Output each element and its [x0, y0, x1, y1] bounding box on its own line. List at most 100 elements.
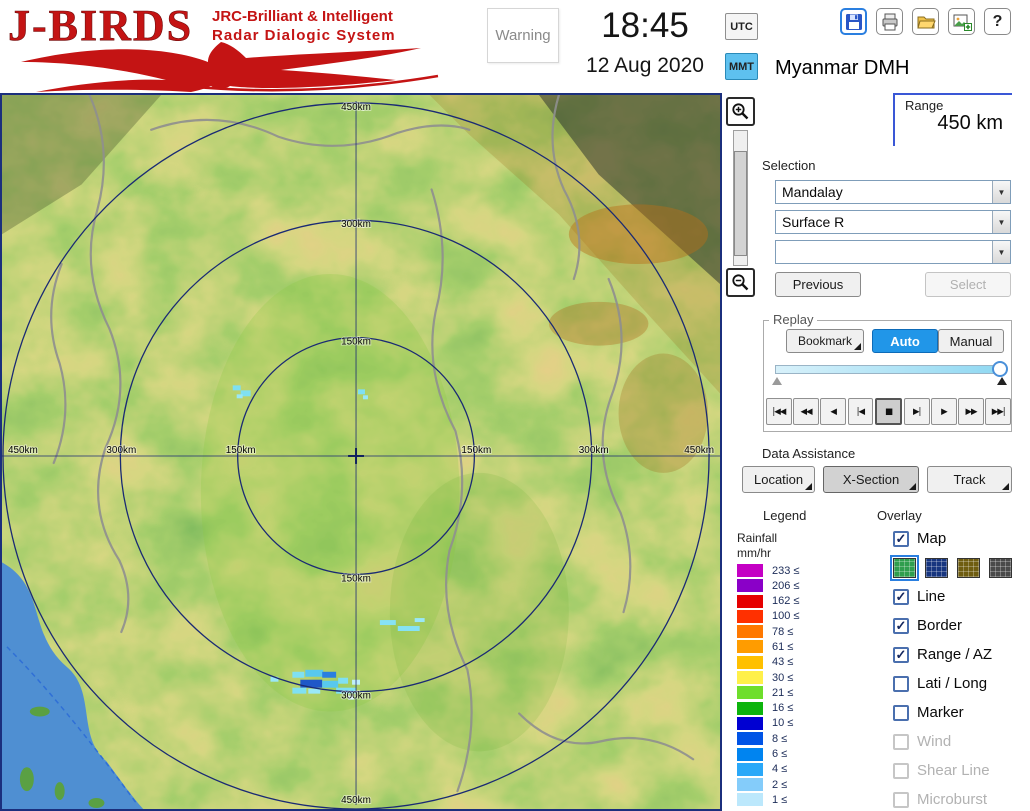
checkbox-marker[interactable] — [893, 705, 909, 721]
site-dropdown[interactable]: Mandalay ▼ — [775, 180, 1011, 204]
legend-value-label: 233 ≤ — [772, 565, 799, 577]
overlay-item-lati-long[interactable]: Lati / Long — [893, 669, 1028, 698]
range-value: 450 km — [893, 112, 1003, 135]
radar-map[interactable]: 450km 300km 150km 150km 300km 450km 450k… — [0, 93, 722, 811]
export-image-icon — [952, 12, 972, 32]
legend-color-swatch — [737, 564, 763, 577]
replay-timeline-thumb[interactable] — [992, 361, 1008, 377]
timezone-mmt-button[interactable]: MMT — [725, 53, 758, 80]
clock-time: 18:45 — [565, 6, 725, 46]
bookmark-button[interactable]: Bookmark — [786, 329, 864, 353]
legend-entry: 100 ≤ — [737, 610, 799, 623]
map-color-swatch-0[interactable] — [893, 558, 916, 578]
range-label-150-bottom: 150km — [341, 573, 371, 584]
overlay-label-microburst: Microburst — [917, 791, 987, 808]
playback-skip-to-end-button[interactable]: ▶▶| — [985, 398, 1011, 425]
legend-value-label: 10 ≤ — [772, 717, 793, 729]
range-label-450-left: 450km — [8, 445, 38, 456]
chevron-down-icon[interactable]: ▼ — [992, 181, 1010, 203]
chevron-down-icon[interactable]: ▼ — [992, 241, 1010, 263]
zoom-slider-thumb[interactable] — [734, 151, 747, 256]
map-color-swatch-3[interactable] — [989, 558, 1012, 578]
legend-value-label: 78 ≤ — [772, 626, 793, 638]
legend-entry: 2 ≤ — [737, 778, 799, 791]
legend-value-label: 6 ≤ — [772, 748, 787, 760]
chevron-down-icon[interactable]: ▼ — [992, 211, 1010, 233]
legend-value-label: 4 ≤ — [772, 763, 787, 775]
legend-entry: 30 ≤ — [737, 671, 799, 684]
legend-color-swatch — [737, 640, 763, 653]
checkbox-range-az[interactable]: ✓ — [893, 647, 909, 663]
map-color-swatch-1[interactable] — [925, 558, 948, 578]
legend-entry: 43 ≤ — [737, 656, 799, 669]
data-assistance-label: Data Assistance — [762, 446, 855, 461]
checkbox-lati-long[interactable] — [893, 676, 909, 692]
zoom-slider-track[interactable] — [733, 130, 748, 266]
overlay-label-wind: Wind — [917, 733, 951, 750]
zoom-out-icon — [731, 273, 750, 292]
overlay-item-map[interactable]: ✓Map — [893, 524, 1028, 553]
checkbox-map[interactable]: ✓ — [893, 531, 909, 547]
replay-groupbox: Replay Bookmark Auto Manual |◀◀◀◀◀|◀■▶|▶… — [763, 320, 1012, 432]
legend-color-swatch — [737, 717, 763, 730]
playback-fast-forward-button[interactable]: ▶▶ — [958, 398, 984, 425]
location-button[interactable]: Location — [742, 466, 815, 493]
extra-dropdown-value — [776, 241, 992, 263]
range-label-300-right: 300km — [579, 445, 609, 456]
open-folder-button[interactable] — [912, 8, 939, 35]
playback-step-back-button[interactable]: |◀ — [848, 398, 874, 425]
overlay-item-border[interactable]: ✓Border — [893, 611, 1028, 640]
range-label-450-right: 450km — [684, 445, 714, 456]
overlay-item-range-az[interactable]: ✓ Range / AZ — [893, 640, 1028, 669]
product-dropdown[interactable]: Surface R ▼ — [775, 210, 1011, 234]
legend-color-swatch — [737, 732, 763, 745]
manual-mode-button[interactable]: Manual — [938, 329, 1004, 353]
checkbox-border[interactable]: ✓ — [893, 618, 909, 634]
extra-dropdown[interactable]: ▼ — [775, 240, 1011, 264]
legend-entry: 78 ≤ — [737, 625, 799, 638]
range-label-450-bottom: 450km — [341, 795, 371, 806]
map-color-swatch-2[interactable] — [957, 558, 980, 578]
eagle-logo-icon — [6, 40, 446, 92]
playback-stop-button[interactable]: ■ — [875, 398, 903, 425]
replay-timeline-track[interactable] — [775, 365, 1003, 374]
export-image-button[interactable] — [948, 8, 975, 35]
legend-entry: 16 ≤ — [737, 702, 799, 715]
save-button[interactable] — [840, 8, 867, 35]
warning-button[interactable]: Warning — [487, 8, 559, 63]
radar-map-canvas: 450km 300km 150km 150km 300km 450km 450k… — [2, 95, 720, 809]
legend-section-label: Legend — [763, 508, 806, 523]
legend-value-label: 43 ≤ — [772, 656, 793, 668]
playback-fast-rewind-button[interactable]: ◀◀ — [793, 398, 819, 425]
legend-entry: 61 ≤ — [737, 640, 799, 653]
track-button[interactable]: Track — [927, 466, 1012, 493]
playback-step-forward-button[interactable]: ▶| — [904, 398, 930, 425]
help-button[interactable]: ? — [984, 8, 1011, 35]
checkbox-line[interactable]: ✓ — [893, 589, 909, 605]
x-section-button[interactable]: X-Section — [823, 466, 919, 493]
legend-color-swatch — [737, 610, 763, 623]
auto-mode-button[interactable]: Auto — [872, 329, 938, 353]
legend-value-label: 8 ≤ — [772, 733, 787, 745]
overlay-item-marker[interactable]: Marker — [893, 698, 1028, 727]
playback-skip-to-start-button[interactable]: |◀◀ — [766, 398, 792, 425]
overlay-item-shear-line: Shear Line — [893, 756, 1028, 785]
product-dropdown-value: Surface R — [776, 211, 992, 233]
overlay-label-lati-long: Lati / Long — [917, 675, 987, 692]
logo-tagline-1: JRC-Brilliant & Intelligent — [212, 8, 393, 25]
help-icon: ? — [993, 13, 1003, 31]
previous-button[interactable]: Previous — [775, 272, 861, 297]
zoom-out-button[interactable] — [726, 268, 755, 297]
legend-entry: 4 ≤ — [737, 763, 799, 776]
timezone-utc-button[interactable]: UTC — [725, 13, 758, 40]
legend-color-swatch — [737, 778, 763, 791]
playback-play-button[interactable]: ▶ — [931, 398, 957, 425]
overlay-item-line[interactable]: ✓Line — [893, 582, 1028, 611]
zoom-in-button[interactable] — [726, 97, 755, 126]
legend-entry: 6 ≤ — [737, 748, 799, 761]
legend-entry: 233 ≤ — [737, 564, 799, 577]
overlay-label-range-az: Range / AZ — [917, 646, 992, 663]
playback-play-reverse-button[interactable]: ◀ — [820, 398, 846, 425]
print-button[interactable] — [876, 8, 903, 35]
header-bar: J-BIRDS JRC-Brilliant & Intelligent Rada… — [0, 0, 1030, 93]
